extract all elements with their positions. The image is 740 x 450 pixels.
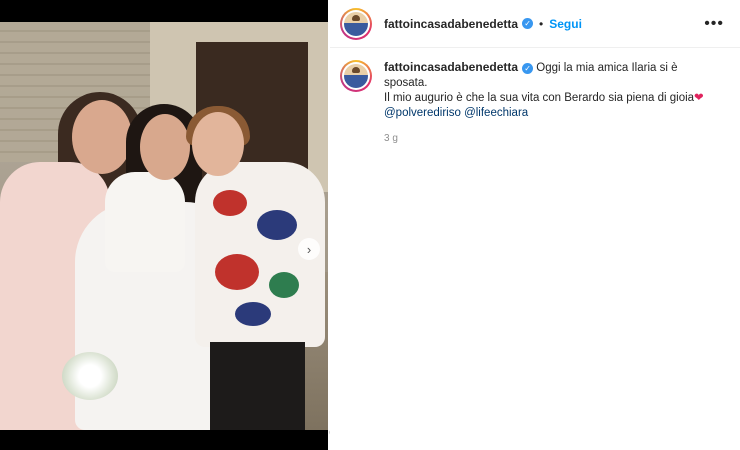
separator-dot: •: [539, 16, 544, 31]
caption-body: fattoincasadabenedetta ✓ Oggi la mia amic…: [384, 60, 724, 146]
caption-avatar[interactable]: [340, 60, 372, 92]
bridesmaid-face: [72, 100, 132, 174]
verified-badge-icon: ✓: [522, 63, 534, 74]
avatar[interactable]: [340, 7, 372, 40]
bride-bodice: [105, 172, 185, 272]
avatar-image: [344, 64, 368, 88]
more-options-icon[interactable]: •••: [704, 15, 724, 33]
blouse-pattern: [269, 272, 299, 298]
bride-face: [140, 114, 190, 180]
caption-comment: fattoincasadabenedetta ✓ Oggi la mia amic…: [330, 48, 740, 158]
friend-trousers: [210, 342, 305, 430]
caption-username-link[interactable]: fattoincasadabenedetta: [384, 60, 518, 74]
friend-face: [192, 112, 244, 176]
blouse-pattern: [235, 302, 271, 326]
username-link[interactable]: fattoincasadabenedetta: [384, 17, 518, 31]
post-photo[interactable]: ›: [0, 22, 328, 430]
caption-line-2: Il mio augurio è che la sua vita con Ber…: [384, 92, 695, 104]
avatar-image: [344, 11, 368, 36]
follow-button[interactable]: Segui: [549, 17, 582, 31]
blouse-pattern: [213, 190, 247, 216]
heart-icon: ❤: [694, 92, 704, 104]
chevron-right-icon[interactable]: ›: [298, 238, 320, 260]
post-timestamp[interactable]: 3 g: [384, 131, 724, 146]
mention-link[interactable]: @lifeechiara: [464, 107, 528, 119]
post-sidebar: fattoincasadabenedetta ✓ • Segui ••• fat…: [330, 0, 740, 450]
post-media[interactable]: ›: [0, 0, 328, 450]
verified-badge-icon: ✓: [522, 18, 534, 29]
post-header: fattoincasadabenedetta ✓ • Segui •••: [330, 0, 740, 48]
mention-link[interactable]: @polverediriso: [384, 107, 461, 119]
blouse-pattern: [257, 210, 297, 240]
blouse-pattern: [215, 254, 259, 290]
bridal-bouquet: [62, 352, 118, 400]
